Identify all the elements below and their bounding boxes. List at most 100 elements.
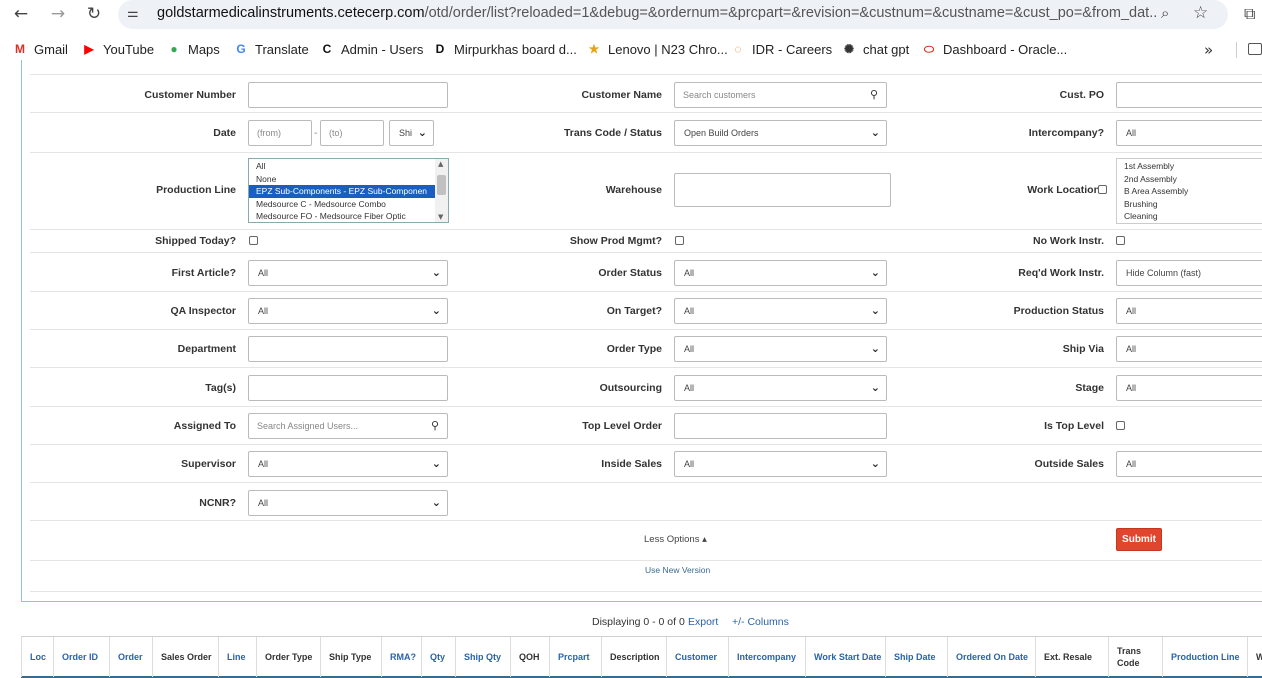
bookmark-7[interactable]: ◌ IDR - Careers bbox=[730, 41, 832, 57]
department-input[interactable] bbox=[248, 336, 448, 362]
bookmark-8[interactable]: ✺ chat gpt bbox=[841, 41, 909, 57]
first-article-select[interactable]: All ⌄ bbox=[248, 260, 448, 286]
production-line-option[interactable]: Medsource C - Medsource Combo bbox=[249, 198, 436, 211]
production-line-listbox[interactable]: All None EPZ Sub-Components - EPZ Sub-Comp… bbox=[248, 158, 449, 223]
column-header[interactable]: Production Line bbox=[1162, 637, 1247, 677]
work-location-option[interactable]: B Area Assembly bbox=[1117, 185, 1262, 198]
customer-name-search[interactable]: Search customers ⚲ bbox=[674, 82, 887, 108]
date-type-select[interactable]: Shi ⌄ bbox=[389, 120, 434, 146]
column-header[interactable]: Order bbox=[109, 637, 152, 677]
outside-sales-select[interactable]: All⌄ bbox=[1116, 451, 1262, 477]
extensions-icon[interactable]: ⧉ bbox=[1244, 4, 1255, 24]
zoom-icon[interactable]: ⌕ bbox=[1161, 4, 1169, 22]
column-header[interactable]: Ordered On Date bbox=[947, 637, 1035, 677]
column-header[interactable]: RMA? bbox=[381, 637, 421, 677]
production-line-option[interactable]: None bbox=[249, 173, 436, 186]
outsourcing-select[interactable]: All ⌄ bbox=[674, 375, 887, 401]
submit-button[interactable]: Submit bbox=[1116, 528, 1162, 551]
inside-sales-label: Inside Sales bbox=[601, 458, 662, 470]
order-status-select[interactable]: All ⌄ bbox=[674, 260, 887, 286]
column-header[interactable]: Intercompany bbox=[728, 637, 805, 677]
production-line-option[interactable]: Medsource FO - Medsource Fiber Optic bbox=[249, 210, 436, 222]
less-options-toggle[interactable]: Less Options ▴ bbox=[644, 534, 707, 545]
date-to-input[interactable]: (to) bbox=[320, 120, 384, 146]
column-header[interactable]: Customer bbox=[666, 637, 728, 677]
scroll-down-icon[interactable]: ▼ bbox=[438, 213, 443, 221]
supervisor-select[interactable]: All ⌄ bbox=[248, 451, 448, 477]
inside-sales-select[interactable]: All ⌄ bbox=[674, 451, 887, 477]
no-work-instr-checkbox[interactable] bbox=[1116, 236, 1125, 245]
scroll-thumb[interactable] bbox=[437, 175, 446, 195]
bookmark-label[interactable]: Dashboard - Oracle... bbox=[943, 42, 1067, 57]
listbox-scrollbar[interactable]: ▲ ▼ bbox=[435, 159, 448, 222]
customer-number-input[interactable] bbox=[248, 82, 448, 108]
column-header[interactable]: Prcpart bbox=[549, 637, 601, 677]
bookmark-label[interactable]: YouTube bbox=[103, 42, 154, 57]
ship-via-select[interactable]: All⌄ bbox=[1116, 336, 1262, 362]
use-new-version-link[interactable]: Use New Version bbox=[645, 565, 710, 575]
export-link[interactable]: Export bbox=[688, 616, 718, 628]
work-location-checkbox[interactable] bbox=[1098, 185, 1107, 194]
bookmark-5[interactable]: D Mirpurkhas board d... bbox=[432, 41, 577, 57]
stage-select[interactable]: All⌄ bbox=[1116, 375, 1262, 401]
column-header[interactable]: Ship Date bbox=[885, 637, 947, 677]
forward-icon[interactable]: → bbox=[46, 3, 70, 25]
bookmark-label[interactable]: Admin - Users bbox=[341, 42, 423, 57]
url-text[interactable]: goldstarmedicalinstruments.cetecerp.com/… bbox=[157, 5, 1157, 21]
column-header[interactable]: Ship Qty bbox=[455, 637, 510, 677]
bookmark-0[interactable]: M Gmail bbox=[12, 41, 68, 57]
bookmark-1[interactable]: ▶ YouTube bbox=[81, 41, 154, 57]
assigned-to-search[interactable]: Search Assigned Users... ⚲ bbox=[248, 413, 448, 439]
address-bar[interactable]: ⚌ goldstarmedicalinstruments.cetecerp.co… bbox=[118, 0, 1228, 29]
column-header[interactable]: Line bbox=[218, 637, 256, 677]
trans-code-select[interactable]: Open Build Orders ⌄ bbox=[674, 120, 887, 146]
bookmark-2[interactable]: ● Maps bbox=[166, 41, 220, 57]
folder-icon[interactable] bbox=[1248, 43, 1262, 55]
qa-inspector-select[interactable]: All ⌄ bbox=[248, 298, 448, 324]
bookmark-label[interactable]: Gmail bbox=[34, 42, 68, 57]
production-status-select[interactable]: All⌄ bbox=[1116, 298, 1262, 324]
bookmark-4[interactable]: C Admin - Users bbox=[319, 41, 424, 57]
work-location-option[interactable]: 2nd Assembly bbox=[1117, 173, 1262, 186]
column-header[interactable]: Loc bbox=[21, 637, 53, 677]
back-icon[interactable]: ← bbox=[9, 3, 33, 25]
bookmarks-more-icon[interactable]: » bbox=[1204, 41, 1213, 59]
production-line-option[interactable]: EPZ Sub-Components - EPZ Sub-Componen bbox=[249, 185, 436, 198]
cust-po-input[interactable] bbox=[1116, 82, 1262, 108]
work-location-listbox[interactable]: 1st Assembly 2nd Assembly B Area Assembly B… bbox=[1116, 158, 1262, 224]
bookmark-label[interactable]: IDR - Careers bbox=[752, 42, 832, 57]
bookmark-label[interactable]: Translate bbox=[255, 42, 309, 57]
bookmark-label[interactable]: Mirpurkhas board d... bbox=[454, 42, 577, 57]
show-prod-mgmt-checkbox[interactable] bbox=[675, 236, 684, 245]
bookmark-6[interactable]: ★ Lenovo | N23 Chro... bbox=[586, 41, 728, 57]
intercompany-select[interactable]: All⌄ bbox=[1116, 120, 1262, 146]
tags-input[interactable] bbox=[248, 375, 448, 401]
reload-icon[interactable]: ↻ bbox=[82, 3, 106, 25]
scroll-up-icon[interactable]: ▲ bbox=[438, 160, 443, 168]
work-location-option[interactable]: Cleaning bbox=[1117, 210, 1262, 223]
order-type-select[interactable]: All ⌄ bbox=[674, 336, 887, 362]
top-level-order-input[interactable] bbox=[674, 413, 887, 439]
shipped-today-checkbox[interactable] bbox=[249, 236, 258, 245]
bookmark-3[interactable]: G Translate bbox=[233, 41, 309, 57]
column-header: Ext. Resale bbox=[1035, 637, 1108, 677]
is-top-level-checkbox[interactable] bbox=[1116, 421, 1125, 430]
site-info-icon[interactable]: ⚌ bbox=[127, 6, 139, 21]
reqd-work-instr-select[interactable]: Hide Column (fast)⌄ bbox=[1116, 260, 1262, 286]
column-header[interactable]: Order ID bbox=[53, 637, 109, 677]
columns-toggle-link[interactable]: +/- Columns bbox=[732, 616, 789, 628]
column-header[interactable]: Qty bbox=[421, 637, 455, 677]
column-header[interactable]: Work Start Date bbox=[805, 637, 885, 677]
bookmark-9[interactable]: ⬭ Dashboard - Oracle... bbox=[921, 41, 1067, 57]
date-from-input[interactable]: (from) bbox=[248, 120, 312, 146]
work-location-option[interactable]: Brushing bbox=[1117, 198, 1262, 211]
production-line-option[interactable]: All bbox=[249, 160, 436, 173]
work-location-option[interactable]: 1st Assembly bbox=[1117, 160, 1262, 173]
bookmark-star-icon[interactable]: ☆ bbox=[1193, 3, 1208, 23]
bookmark-label[interactable]: chat gpt bbox=[863, 42, 909, 57]
on-target-select[interactable]: All ⌄ bbox=[674, 298, 887, 324]
bookmark-label[interactable]: Maps bbox=[188, 42, 220, 57]
bookmark-label[interactable]: Lenovo | N23 Chro... bbox=[608, 42, 728, 57]
warehouse-input[interactable] bbox=[674, 173, 891, 207]
ncnr-select[interactable]: All ⌄ bbox=[248, 490, 448, 516]
